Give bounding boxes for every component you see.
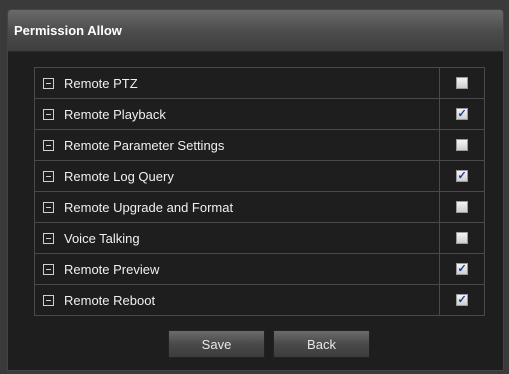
permission-name-cell: Voice Talking <box>33 222 441 254</box>
permission-check-cell: ✓ <box>439 284 485 316</box>
dialog-title: Permission Allow <box>14 23 122 38</box>
dialog-titlebar: Permission Allow <box>8 10 503 52</box>
permission-row: Remote Playback ✓ <box>33 98 485 130</box>
check-mark-icon: ✓ <box>457 262 467 275</box>
permission-checkbox[interactable]: ✓ <box>456 293 469 306</box>
permission-check-cell <box>439 129 485 161</box>
permission-name-cell: Remote Log Query <box>33 160 441 192</box>
save-button[interactable]: Save <box>168 330 265 358</box>
check-mark-icon: ✓ <box>457 107 467 120</box>
permission-name-cell: Remote Parameter Settings <box>33 129 441 161</box>
permission-label: Remote Upgrade and Format <box>64 199 234 215</box>
permission-checkbox[interactable]: ✓ <box>456 169 469 182</box>
collapse-minus-icon[interactable] <box>43 108 54 120</box>
permission-checkbox[interactable]: ✓ <box>456 262 469 275</box>
permission-check-cell <box>439 222 485 254</box>
collapse-minus-icon[interactable] <box>43 232 54 244</box>
collapse-minus-icon[interactable] <box>43 263 54 275</box>
permission-row: Remote Log Query ✓ <box>33 160 485 192</box>
permission-name-cell: Remote Preview <box>33 253 441 285</box>
permission-name-cell: Remote Playback <box>33 98 441 130</box>
permission-label: Remote PTZ <box>64 75 138 91</box>
check-mark-icon: ✓ <box>457 169 467 182</box>
permission-checkbox[interactable] <box>456 138 469 151</box>
permission-table: Remote PTZ Remote Playback ✓ Remote Paramet… <box>33 67 485 316</box>
collapse-minus-icon[interactable] <box>43 170 54 182</box>
permission-name-cell: Remote Upgrade and Format <box>33 191 441 223</box>
back-button[interactable]: Back <box>273 330 370 358</box>
permission-label: Voice Talking <box>64 230 140 246</box>
permission-checkbox[interactable]: ✓ <box>456 107 469 120</box>
collapse-minus-icon[interactable] <box>43 139 54 151</box>
button-bar: Save Back <box>168 330 370 358</box>
permission-check-cell <box>439 67 485 99</box>
permission-check-cell <box>439 191 485 223</box>
collapse-minus-icon[interactable] <box>43 201 54 213</box>
collapse-minus-icon[interactable] <box>43 294 54 306</box>
permission-dialog: Permission Allow Remote PTZ Remote Playba… <box>7 9 504 371</box>
permission-row: Remote Reboot ✓ <box>33 284 485 316</box>
permission-checkbox[interactable] <box>456 231 469 244</box>
permission-row: Remote Preview ✓ <box>33 253 485 285</box>
collapse-minus-icon[interactable] <box>43 77 54 89</box>
permission-checkbox[interactable] <box>456 200 469 213</box>
permission-row: Remote Parameter Settings <box>33 129 485 161</box>
permission-label: Remote Preview <box>64 261 160 277</box>
permission-check-cell: ✓ <box>439 98 485 130</box>
permission-name-cell: Remote Reboot <box>33 284 441 316</box>
permission-label: Remote Log Query <box>64 168 174 184</box>
permission-row: Voice Talking <box>33 222 485 254</box>
permission-name-cell: Remote PTZ <box>33 67 441 99</box>
permission-row: Remote PTZ <box>33 67 485 99</box>
permission-check-cell: ✓ <box>439 253 485 285</box>
permission-label: Remote Reboot <box>64 292 156 308</box>
permission-label: Remote Playback <box>64 106 166 122</box>
check-mark-icon: ✓ <box>457 293 467 306</box>
permission-checkbox[interactable] <box>456 76 469 89</box>
permission-check-cell: ✓ <box>439 160 485 192</box>
permission-label: Remote Parameter Settings <box>64 137 225 153</box>
permission-row: Remote Upgrade and Format <box>33 191 485 223</box>
